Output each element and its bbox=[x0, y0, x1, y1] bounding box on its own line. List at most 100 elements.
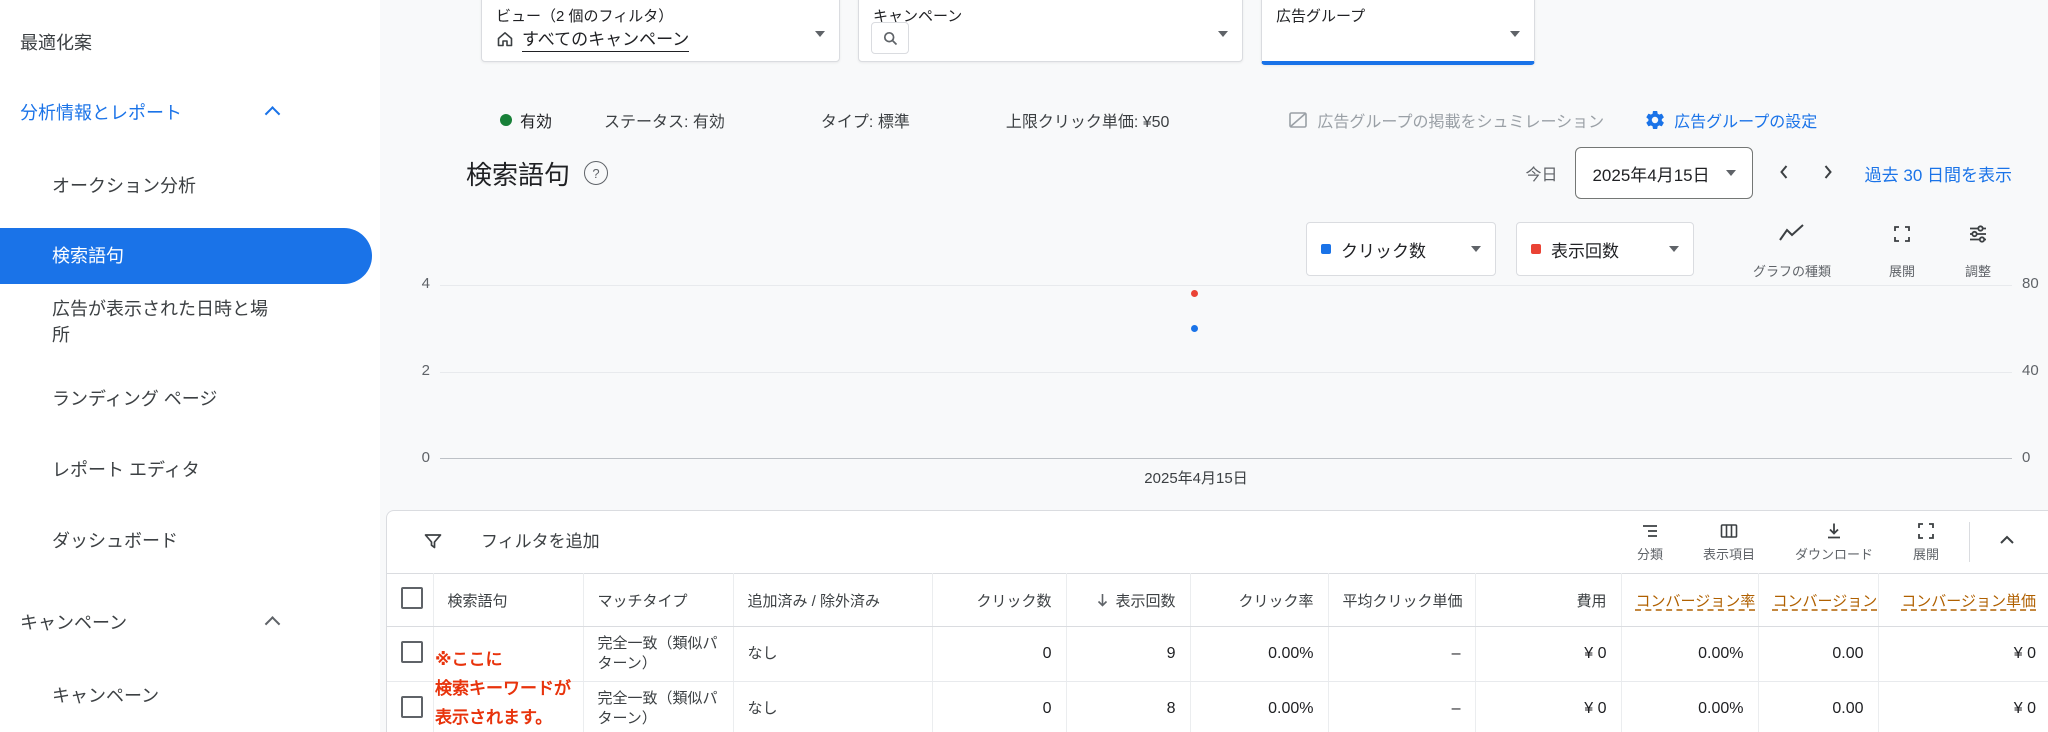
status-text: ステータス: 有効 bbox=[604, 114, 725, 131]
segment-icon bbox=[1642, 525, 1657, 537]
ad-group-settings-link[interactable]: 広告グループの設定 bbox=[1644, 108, 1817, 132]
x-axis-tick-label: 2025年4月15日 bbox=[1144, 470, 1248, 487]
next-date-button[interactable] bbox=[1815, 160, 1841, 187]
table-expand-button[interactable]: 展開 bbox=[1893, 521, 1959, 563]
search-icon[interactable] bbox=[871, 22, 909, 54]
sidebar-item-dashboards[interactable]: ダッシュボード bbox=[52, 527, 178, 553]
impressions-data-point[interactable] bbox=[1191, 290, 1198, 297]
segment-button[interactable]: 分類 bbox=[1617, 521, 1683, 563]
filter-icon[interactable] bbox=[423, 532, 443, 557]
cell-search-term bbox=[433, 681, 584, 732]
ad-group-filter-label: 広告グループ bbox=[1276, 8, 1366, 25]
column-header-added-excluded[interactable]: 追加済み / 除外済み bbox=[733, 573, 933, 627]
table-toolbar: フィルタを追加 分類 表示項目 ダウンロード 展開 bbox=[387, 511, 2048, 573]
previous-date-button[interactable] bbox=[1771, 160, 1797, 187]
cell-added-excluded: なし bbox=[733, 626, 933, 682]
column-header-clicks[interactable]: クリック数 bbox=[932, 573, 1067, 627]
sidebar-nav: 最適化案 分析情報とレポート オークション分析 検索語句 広告が表示された日時と… bbox=[0, 0, 380, 732]
sidebar-section-label: 分析情報とレポート bbox=[20, 103, 182, 123]
sidebar-item-optimization[interactable]: 最適化案 bbox=[20, 29, 92, 55]
cell-ctr: 0.00% bbox=[1190, 681, 1329, 732]
column-header-conv-rate[interactable]: コンバージョン率 bbox=[1621, 573, 1759, 627]
column-header-avg-cpc[interactable]: 平均クリック単価 bbox=[1328, 573, 1476, 627]
columns-button[interactable]: 表示項目 bbox=[1683, 521, 1775, 563]
chart-expand-button[interactable]: 展開 bbox=[1866, 224, 1938, 280]
gridline bbox=[440, 285, 2012, 286]
right-axis-tick: 0 bbox=[2022, 449, 2031, 466]
chart-adjust-button[interactable]: 調整 bbox=[1942, 224, 2014, 280]
sidebar-section-insights[interactable]: 分析情報とレポート bbox=[20, 99, 281, 125]
help-icon[interactable]: ? bbox=[584, 161, 609, 185]
line-chart-icon bbox=[1779, 224, 1804, 241]
column-header-match-type[interactable]: マッチタイプ bbox=[583, 573, 734, 627]
sidebar-item-landing-pages[interactable]: ランディング ページ bbox=[52, 385, 217, 411]
left-axis-tick: 0 bbox=[421, 449, 430, 466]
add-filter-button[interactable]: フィルタを追加 bbox=[481, 511, 600, 573]
select-all-checkbox[interactable] bbox=[401, 587, 423, 609]
column-header-cost[interactable]: 費用 bbox=[1475, 573, 1622, 627]
cell-match-type: 完全一致（類似パターン） bbox=[583, 681, 734, 732]
ad-group-filter-dropdown[interactable]: 広告グループ bbox=[1261, 0, 1535, 65]
left-axis-tick: 4 bbox=[421, 275, 430, 292]
right-axis-tick: 40 bbox=[2022, 362, 2039, 379]
date-range-dropdown[interactable]: 2025年4月15日 bbox=[1575, 147, 1753, 199]
search-terms-table-card: フィルタを追加 分類 表示項目 ダウンロード 展開 検索語句 マッチタイプ 追加… bbox=[386, 510, 2048, 732]
sidebar-item-when-where-ads[interactable]: 広告が表示された日時と場所 bbox=[52, 296, 282, 348]
enabled-status-label[interactable]: 有効 bbox=[520, 108, 552, 132]
download-button[interactable]: ダウンロード bbox=[1775, 521, 1893, 563]
view-filter-label: ビュー（2 個のフィルタ） bbox=[496, 8, 674, 25]
sidebar-item-search-terms[interactable]: 検索語句 bbox=[0, 228, 372, 284]
table-row: 完全一致（類似パターン） なし 0 9 0.00% – ¥ 0 0.00% 0.… bbox=[387, 626, 2048, 682]
column-header-impressions[interactable]: 表示回数 bbox=[1066, 573, 1191, 627]
chevron-down-icon bbox=[1669, 246, 1679, 252]
expand-icon bbox=[1894, 226, 1910, 242]
clicks-legend-swatch bbox=[1321, 244, 1331, 254]
chevron-down-icon bbox=[1725, 170, 1736, 176]
date-preset-label: 今日 bbox=[1525, 167, 1558, 184]
column-header-conversions[interactable]: コンバージョン bbox=[1758, 573, 1879, 627]
gear-icon bbox=[1644, 109, 1666, 131]
collapse-panel-button[interactable] bbox=[1980, 533, 2034, 551]
cell-avg-cpc: – bbox=[1328, 626, 1476, 682]
sidebar-section-campaigns[interactable]: キャンペーン bbox=[20, 609, 281, 635]
x-axis-labels: 2025年4月15日 bbox=[440, 459, 2012, 489]
column-header-cost-per-conv[interactable]: コンバージョン単価 bbox=[1878, 573, 2048, 627]
type-text: タイプ: 標準 bbox=[820, 114, 910, 131]
column-header-ctr[interactable]: クリック率 bbox=[1190, 573, 1329, 627]
cell-ctr: 0.00% bbox=[1190, 626, 1329, 682]
max-cpc-text: 上限クリック単価: ¥50 bbox=[1005, 114, 1170, 131]
row-checkbox[interactable] bbox=[401, 640, 423, 663]
page-title: 検索語句 bbox=[466, 159, 571, 190]
chevron-down-icon bbox=[1510, 31, 1520, 37]
chart-type-button[interactable]: グラフの種類 bbox=[1732, 224, 1852, 280]
cell-search-term bbox=[433, 626, 584, 682]
cell-avg-cpc: – bbox=[1328, 681, 1476, 732]
clicks-data-point[interactable] bbox=[1191, 325, 1198, 332]
cell-cost-per-conv: ¥ 0 bbox=[1878, 681, 2048, 732]
enabled-status-dot bbox=[500, 114, 512, 126]
search-terms-table: 検索語句 マッチタイプ 追加済み / 除外済み クリック数 表示回数 クリック率… bbox=[387, 573, 2048, 732]
view-filter-dropdown[interactable]: ビュー（2 個のフィルタ） すべてのキャンペーン bbox=[481, 0, 840, 62]
status-bar: 有効 ステータス: 有効 タイプ: 標準 上限クリック単価: ¥50 広告グルー… bbox=[500, 98, 1817, 142]
sidebar-item-auction-insights[interactable]: オークション分析 bbox=[52, 172, 196, 198]
chevron-down-icon bbox=[1218, 31, 1228, 37]
sort-descending-icon bbox=[1098, 594, 1108, 607]
row-checkbox[interactable] bbox=[401, 695, 423, 718]
simulate-ad-group-link: 広告グループの掲載をシュミレーション bbox=[1287, 108, 1604, 132]
metric-selector-impressions[interactable]: 表示回数 bbox=[1516, 222, 1694, 276]
right-axis-tick: 80 bbox=[2022, 275, 2039, 292]
metric-selector-clicks[interactable]: クリック数 bbox=[1306, 222, 1496, 276]
tune-icon bbox=[1970, 225, 1986, 243]
time-series-chart: 4 2 0 80 40 0 bbox=[422, 275, 2039, 466]
column-header-search-term[interactable]: 検索語句 bbox=[433, 573, 584, 627]
campaign-filter-dropdown[interactable]: キャンペーン bbox=[858, 0, 1243, 62]
sidebar-item-report-editor[interactable]: レポート エディタ bbox=[52, 456, 200, 482]
cell-cost-per-conv: ¥ 0 bbox=[1878, 626, 2048, 682]
table-row: 完全一致（類似パターン） なし 0 8 0.00% – ¥ 0 0.00% 0.… bbox=[387, 681, 2048, 732]
cell-cost: ¥ 0 bbox=[1475, 626, 1622, 682]
main-content: ビュー（2 個のフィルタ） すべてのキャンペーン キャンペーン 広告グループ 有… bbox=[380, 0, 2048, 732]
show-last-30-days-link[interactable]: 過去 30 日間を表示 bbox=[1865, 161, 2012, 186]
sidebar-item-campaigns[interactable]: キャンペーン bbox=[52, 682, 159, 708]
gridline bbox=[440, 372, 2012, 373]
cell-conversions: 0.00 bbox=[1758, 626, 1879, 682]
